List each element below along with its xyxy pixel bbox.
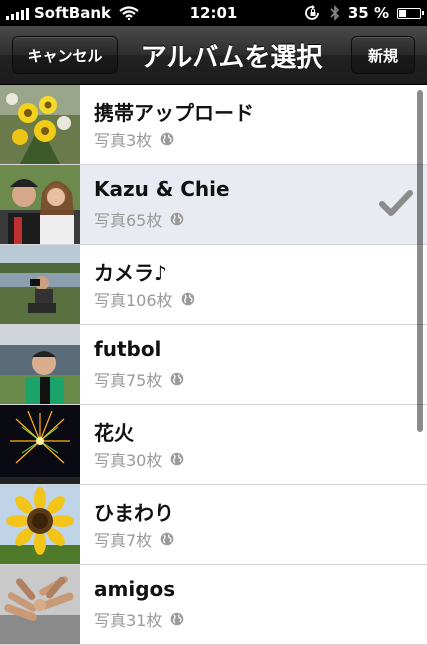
album-row[interactable]: 花火写真30枚 — [0, 405, 427, 485]
battery-icon — [397, 7, 424, 19]
album-name: カメラ♪ — [94, 261, 167, 285]
album-count-text: 写真31枚 — [94, 611, 163, 630]
bluetooth-icon — [330, 5, 339, 21]
globe-icon — [171, 372, 184, 386]
album-name: futbol — [94, 337, 162, 361]
globe-icon — [160, 132, 174, 146]
album-count-text: 写真3枚 — [94, 131, 153, 150]
globe-icon — [171, 212, 184, 226]
album-count-text: 写真65枚 — [94, 211, 163, 230]
globe-icon — [160, 532, 174, 546]
album-row[interactable]: 携帯アップロード写真3枚 — [0, 85, 427, 165]
status-right: 35 % — [304, 4, 424, 22]
album-photo-count: 写真3枚 — [94, 127, 174, 151]
battery-fill — [399, 9, 406, 17]
album-count-text: 写真7枚 — [94, 531, 153, 550]
album-name: 携帯アップロード — [94, 101, 254, 125]
album-photo-count: 写真7枚 — [94, 527, 174, 551]
album-name: amigos — [94, 577, 176, 601]
album-thumbnail — [0, 85, 80, 164]
album-name: ひまわり — [94, 501, 174, 525]
album-photo-count: 写真75枚 — [94, 367, 184, 391]
battery-percent: 35 % — [347, 4, 389, 22]
cancel-button[interactable]: キャンセル — [12, 36, 118, 74]
album-thumbnail — [0, 485, 80, 564]
album-photo-count: 写真30枚 — [94, 447, 184, 471]
album-thumbnail — [0, 245, 80, 324]
checkmark-icon — [379, 190, 413, 216]
album-row[interactable]: カメラ♪ 写真106枚 — [0, 245, 427, 325]
album-thumbnail — [0, 165, 80, 244]
rotation-lock-icon — [305, 5, 319, 20]
album-photo-count: 写真31枚 — [94, 607, 184, 631]
globe-icon — [171, 612, 184, 626]
album-photo-count: 写真106枚 — [94, 287, 195, 311]
globe-icon — [171, 452, 184, 466]
album-row[interactable]: amigos 写真31枚 — [0, 565, 427, 645]
page-title: アルバムを選択 — [140, 42, 323, 73]
album-thumbnail — [0, 565, 80, 644]
album-row[interactable]: Kazu & Chie 写真65枚 — [0, 165, 427, 245]
album-name: 花火 — [94, 421, 134, 445]
album-count-text: 写真106枚 — [94, 291, 173, 310]
new-album-button[interactable]: 新規 — [351, 36, 415, 74]
globe-icon — [181, 292, 194, 306]
navigation-bar: キャンセル アルバムを選択 新規 — [0, 26, 427, 85]
album-photo-count: 写真65枚 — [94, 207, 184, 231]
album-thumbnail — [0, 405, 80, 484]
album-thumbnail — [0, 325, 80, 404]
status-bar: SoftBank 12:01 35 % — [0, 0, 427, 26]
album-row[interactable]: ひまわり写真7枚 — [0, 485, 427, 565]
scrollbar[interactable] — [417, 90, 423, 432]
album-count-text: 写真30枚 — [94, 451, 163, 470]
album-name: Kazu & Chie — [94, 177, 230, 201]
album-row[interactable]: futbol 写真75枚 — [0, 325, 427, 405]
album-list[interactable]: 携帯アップロード写真3枚 Kazu & Chie 写真65枚カメラ♪ 写真106枚 fu… — [0, 85, 427, 645]
album-count-text: 写真75枚 — [94, 371, 163, 390]
